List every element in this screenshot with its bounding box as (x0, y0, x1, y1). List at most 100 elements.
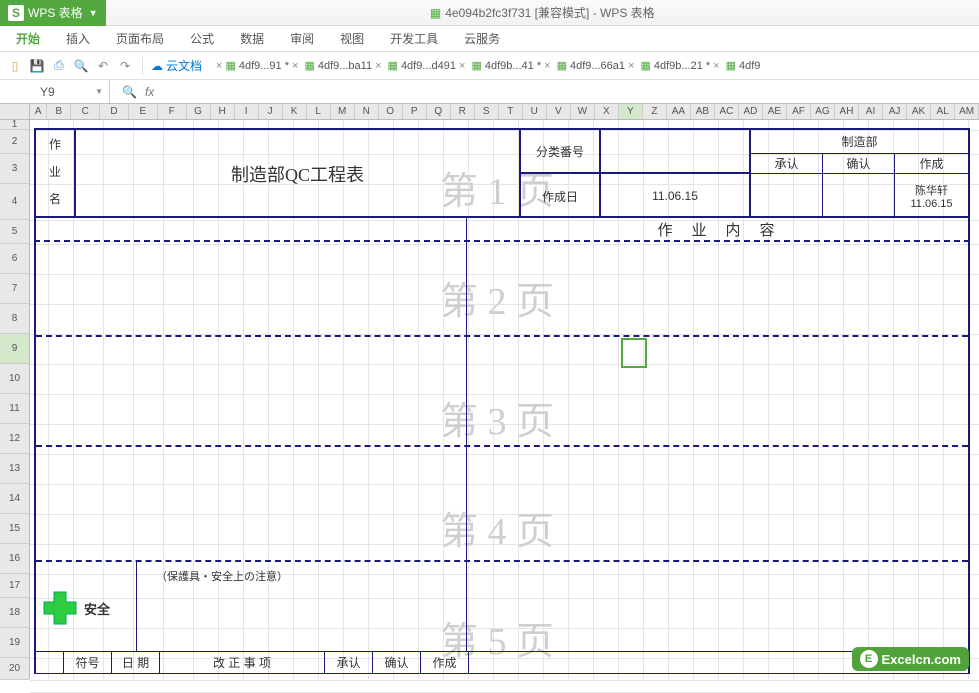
row-header[interactable]: 17 (0, 574, 29, 598)
cloud-docs[interactable]: ☁云文档 (151, 57, 202, 74)
column-header[interactable]: T (499, 104, 523, 119)
menu-cloud[interactable]: 云服务 (464, 30, 500, 47)
column-header[interactable]: AJ (883, 104, 907, 119)
row-header[interactable]: 18 (0, 598, 29, 628)
app-badge[interactable]: S WPS 表格 ▼ (0, 0, 106, 26)
close-icon[interactable]: × (375, 60, 381, 72)
plus-icon (42, 590, 78, 626)
save-icon[interactable]: 💾 (28, 57, 46, 75)
menu-data[interactable]: 数据 (240, 30, 264, 47)
column-header[interactable]: I (235, 104, 259, 119)
redo-icon[interactable]: ↷ (116, 57, 134, 75)
column-header[interactable]: J (259, 104, 283, 119)
column-header[interactable]: G (187, 104, 211, 119)
menu-layout[interactable]: 页面布局 (116, 30, 164, 47)
safety-label: 安全 (84, 599, 110, 618)
row-header[interactable]: 8 (0, 304, 29, 334)
menu-formula[interactable]: 公式 (190, 30, 214, 47)
column-header[interactable]: AM (955, 104, 979, 119)
column-header[interactable]: F (158, 104, 187, 119)
column-header[interactable]: AF (787, 104, 811, 119)
row-header[interactable]: 20 (0, 658, 29, 680)
column-header[interactable]: AE (763, 104, 787, 119)
row-header[interactable]: 6 (0, 244, 29, 274)
row-header[interactable]: 5 (0, 220, 29, 244)
print-icon[interactable]: ⎙ (50, 57, 68, 75)
column-header[interactable]: N (355, 104, 379, 119)
doc-tab[interactable]: ×▦4df9...91 *× (216, 59, 298, 72)
column-header[interactable]: A (30, 104, 47, 119)
menu-dev[interactable]: 开发工具 (390, 30, 438, 47)
undo-icon[interactable]: ↶ (94, 57, 112, 75)
name-box[interactable]: Y9 ▼ (0, 80, 110, 103)
row-header[interactable]: 14 (0, 484, 29, 514)
column-header[interactable]: AD (739, 104, 763, 119)
close-icon[interactable]: × (292, 60, 298, 72)
column-header[interactable]: U (523, 104, 547, 119)
doc-tab[interactable]: ▦4df9...66a1× (557, 59, 635, 72)
column-header[interactable]: AA (667, 104, 691, 119)
fx-label[interactable]: fx (145, 85, 154, 99)
column-header[interactable]: Z (643, 104, 667, 119)
column-header[interactable]: M (331, 104, 355, 119)
row-header[interactable]: 16 (0, 544, 29, 574)
column-header[interactable]: L (307, 104, 331, 119)
close-icon[interactable]: × (216, 60, 222, 72)
column-header[interactable]: Y (619, 104, 643, 119)
column-header[interactable]: R (451, 104, 475, 119)
row-header[interactable]: 11 (0, 394, 29, 424)
column-header[interactable]: S (475, 104, 499, 119)
column-header[interactable]: C (71, 104, 100, 119)
doc-tab[interactable]: ▦4df9...d491× (388, 59, 466, 72)
preview-icon[interactable]: 🔍 (72, 57, 90, 75)
column-header[interactable]: W (571, 104, 595, 119)
file-icon: ▦ (304, 59, 314, 72)
search-icon[interactable]: 🔍 (122, 85, 137, 99)
menu-review[interactable]: 审阅 (290, 30, 314, 47)
row-header[interactable]: 7 (0, 274, 29, 304)
title-bar: S WPS 表格 ▼ ▦ 4e094b2fc3f731 [兼容模式] - WPS… (0, 0, 979, 26)
row-header[interactable]: 10 (0, 364, 29, 394)
column-header[interactable]: P (403, 104, 427, 119)
row-header[interactable]: 12 (0, 424, 29, 454)
column-header[interactable]: O (379, 104, 403, 119)
menu-insert[interactable]: 插入 (66, 30, 90, 47)
open-icon[interactable]: ▯ (6, 57, 24, 75)
cell-grid[interactable]: 第 1 页 第 2 页 第 3 页 第 4 页 第 5 页 作 业 名 制造部Q… (30, 120, 979, 679)
close-icon[interactable]: × (628, 60, 634, 72)
doc-tab[interactable]: ▦4df9b...41 *× (471, 59, 550, 72)
doc-tab[interactable]: ▦4df9b...21 *× (640, 59, 719, 72)
column-header[interactable]: Q (427, 104, 451, 119)
doc-tab[interactable]: ▦4df9 (726, 59, 761, 72)
column-header[interactable]: AC (715, 104, 739, 119)
menu-start[interactable]: 开始 (16, 30, 40, 47)
column-header[interactable]: K (283, 104, 307, 119)
row-header[interactable]: 4 (0, 184, 29, 220)
close-icon[interactable]: × (459, 60, 465, 72)
menu-view[interactable]: 视图 (340, 30, 364, 47)
column-header[interactable]: AL (931, 104, 955, 119)
column-header[interactable]: AB (691, 104, 715, 119)
column-header[interactable]: B (47, 104, 71, 119)
column-header[interactable]: X (595, 104, 619, 119)
close-icon[interactable]: × (713, 60, 719, 72)
doc-tab[interactable]: ▦4df9...ba11× (304, 59, 381, 72)
select-all-corner[interactable] (0, 104, 30, 120)
row-header[interactable]: 19 (0, 628, 29, 658)
column-header[interactable]: H (211, 104, 235, 119)
column-header[interactable]: E (129, 104, 158, 119)
row-header[interactable]: 9 (0, 334, 29, 364)
row-header[interactable]: 1 (0, 120, 29, 130)
row-header[interactable]: 13 (0, 454, 29, 484)
column-header[interactable]: AH (835, 104, 859, 119)
column-header[interactable]: AI (859, 104, 883, 119)
category-no-label: 分类番号 (521, 130, 601, 174)
close-icon[interactable]: × (544, 60, 550, 72)
column-header[interactable]: D (100, 104, 129, 119)
row-header[interactable]: 3 (0, 154, 29, 184)
column-header[interactable]: AG (811, 104, 835, 119)
row-header[interactable]: 2 (0, 130, 29, 154)
column-header[interactable]: AK (907, 104, 931, 119)
row-header[interactable]: 15 (0, 514, 29, 544)
column-header[interactable]: V (547, 104, 571, 119)
